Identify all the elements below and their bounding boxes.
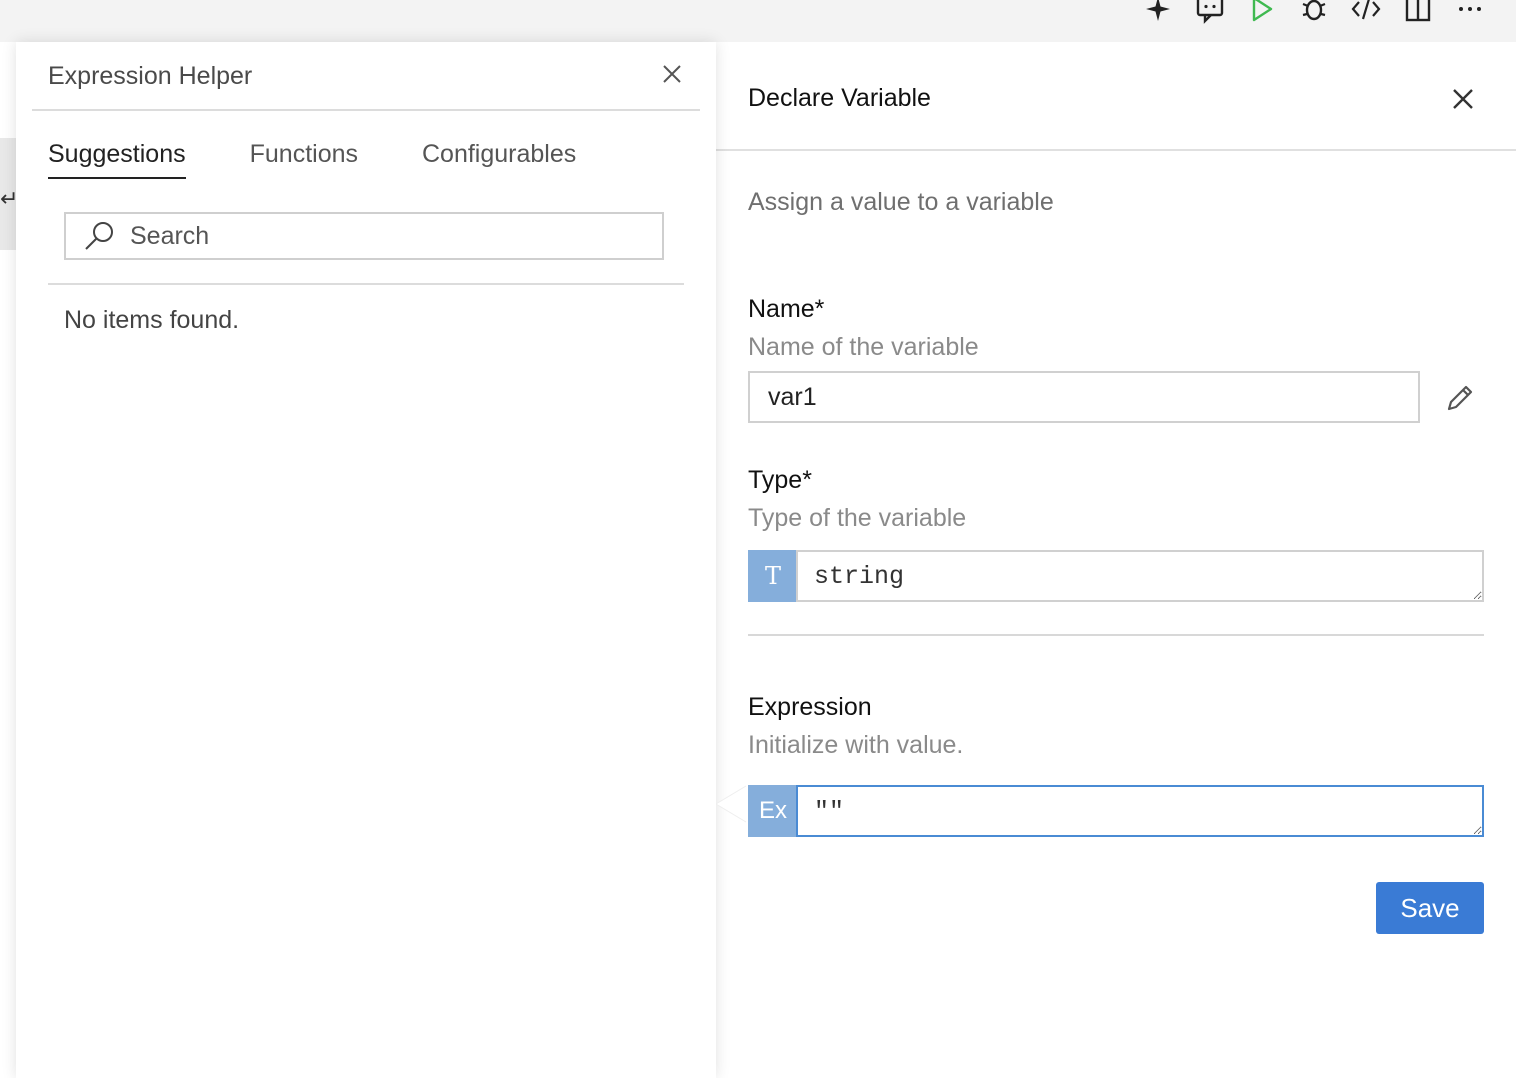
tab-configurables[interactable]: Configurables [422,140,576,179]
expression-field[interactable]: "" [796,785,1484,837]
save-button[interactable]: Save [1376,882,1484,934]
more-icon[interactable] [1454,0,1486,25]
close-icon[interactable] [660,62,684,86]
helper-pointer [715,782,750,826]
search-input[interactable] [128,220,612,252]
type-field[interactable]: string [796,550,1484,602]
expression-helper-panel: Expression Helper Suggestions Functions … [16,42,716,1078]
type-prefix-badge: T [748,550,798,602]
split-view-icon[interactable] [1402,0,1434,25]
close-icon[interactable] [1450,86,1476,112]
expression-prefix-badge: Ex [748,785,798,837]
divider [748,634,1484,636]
name-label: Name* [748,295,825,323]
type-hint: Type of the variable [748,504,967,532]
expression-label: Expression [748,693,872,721]
form-title: Declare Variable [748,84,931,112]
code-icon[interactable] [1350,0,1382,25]
declare-variable-form: Declare Variable Assign a value to a var… [716,42,1516,1078]
expression-hint: Initialize with value. [748,731,964,759]
divider [48,283,684,285]
tab-functions[interactable]: Functions [250,140,358,179]
form-description: Assign a value to a variable [748,188,1054,216]
name-hint: Name of the variable [748,333,979,361]
chat-icon[interactable] [1194,0,1226,25]
search-box [64,212,664,260]
empty-state-message: No items found. [64,306,240,334]
divider [32,109,700,111]
toolbar-icon-group [1142,0,1486,26]
helper-tabs: Suggestions Functions Configurables [48,140,576,179]
run-icon[interactable] [1246,0,1278,25]
sparkle-icon[interactable] [1142,0,1174,25]
editor-sidebar-sliver: ↵ [0,138,18,250]
editor-toolbar [0,0,1516,42]
pencil-icon[interactable] [1444,382,1476,414]
divider [716,149,1516,151]
debug-icon[interactable] [1298,0,1330,25]
tab-suggestions[interactable]: Suggestions [48,140,186,179]
type-label: Type* [748,466,812,494]
search-icon [85,222,113,250]
name-field[interactable] [748,371,1420,423]
helper-title: Expression Helper [48,62,253,90]
